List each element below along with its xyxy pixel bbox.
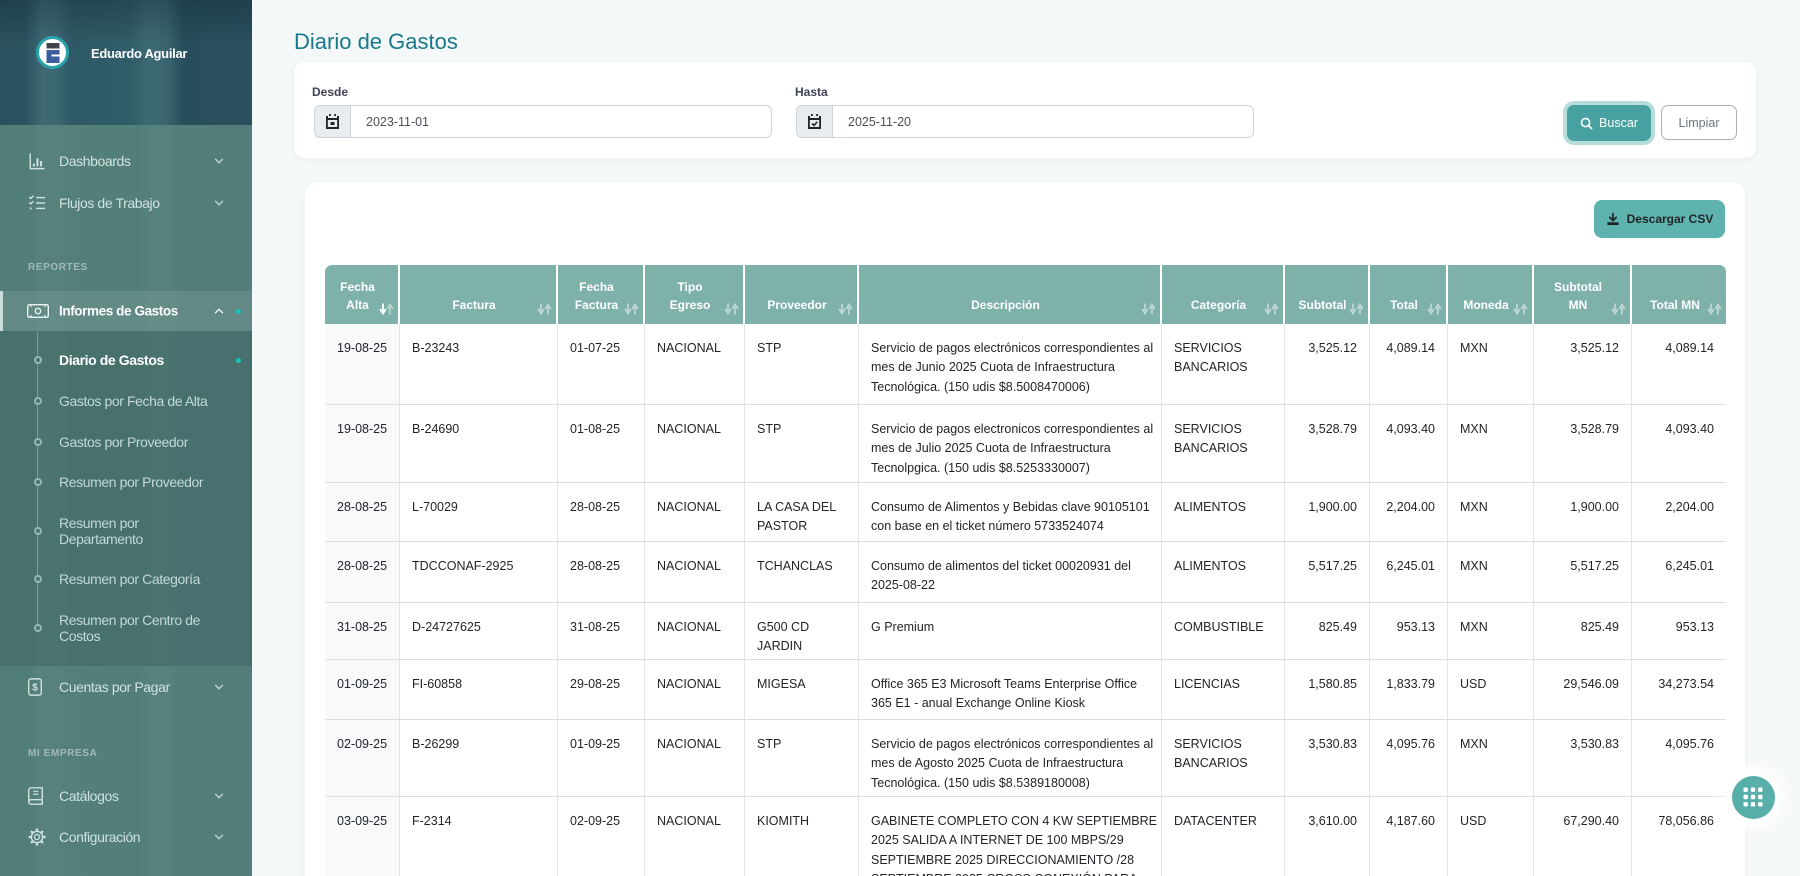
svg-text:$: $	[32, 683, 38, 694]
